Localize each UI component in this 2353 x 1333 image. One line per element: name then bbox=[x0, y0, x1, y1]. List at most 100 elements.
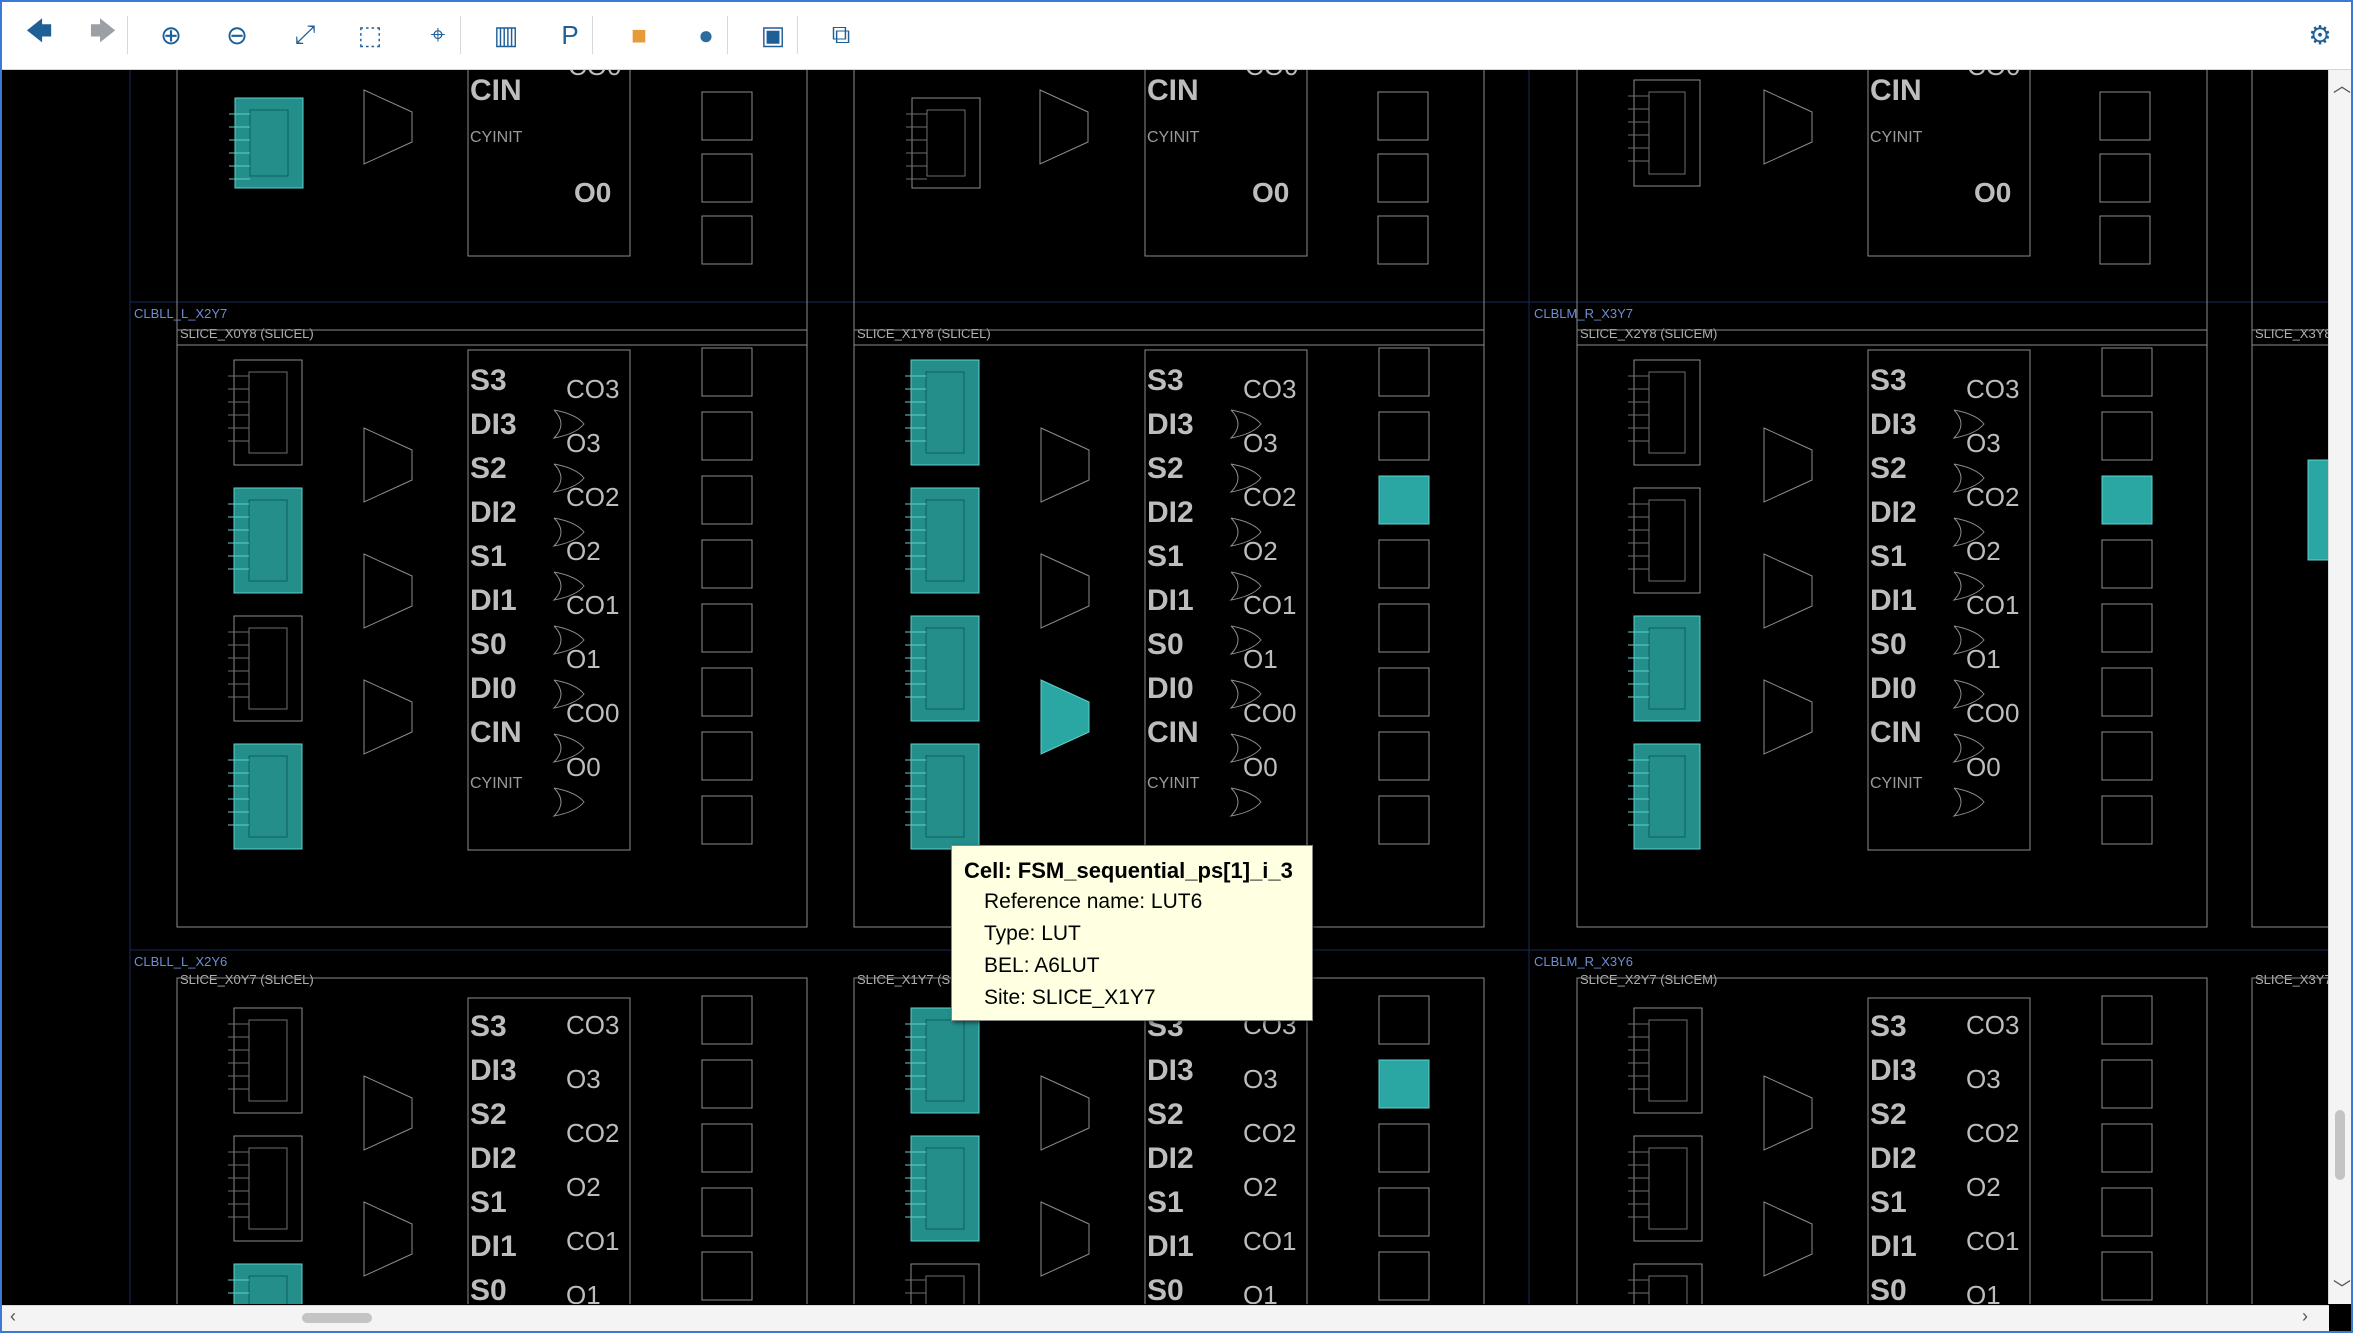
mux[interactable] bbox=[363, 1201, 413, 1277]
lut-highlighted[interactable] bbox=[234, 97, 304, 189]
slice-box[interactable] bbox=[853, 70, 1485, 346]
flip-flop[interactable] bbox=[1378, 795, 1430, 845]
horizontal-scroll-thumb[interactable] bbox=[302, 1313, 372, 1323]
flip-flop[interactable] bbox=[2099, 215, 2151, 265]
mux[interactable] bbox=[363, 1075, 413, 1151]
mux[interactable] bbox=[363, 427, 413, 503]
flip-flop[interactable] bbox=[701, 1187, 753, 1237]
fixed-cells-button[interactable]: ● bbox=[685, 14, 727, 56]
auto-fit-selection-button[interactable]: ⌖ bbox=[417, 14, 459, 56]
flip-flop[interactable] bbox=[1378, 411, 1430, 461]
zoom-selected-button[interactable]: ⬚ bbox=[349, 14, 391, 56]
flip-flop[interactable] bbox=[1377, 153, 1429, 203]
mux[interactable] bbox=[1763, 553, 1813, 629]
slice-box[interactable] bbox=[2251, 977, 2329, 1304]
horizontal-scrollbar[interactable]: ‹ › bbox=[2, 1305, 2329, 1331]
routing-resources-button[interactable]: ▥ bbox=[485, 14, 527, 56]
flip-flop[interactable] bbox=[2101, 411, 2153, 461]
flip-flop[interactable] bbox=[1378, 995, 1430, 1045]
mux[interactable] bbox=[1763, 1201, 1813, 1277]
flip-flop[interactable] bbox=[1378, 731, 1430, 781]
vertical-scrollbar[interactable]: ︿ ﹀ bbox=[2328, 70, 2351, 1304]
flip-flop[interactable] bbox=[701, 475, 753, 525]
mux[interactable] bbox=[1763, 1075, 1813, 1151]
flip-flop[interactable] bbox=[701, 411, 753, 461]
flip-flop[interactable] bbox=[2101, 1251, 2153, 1301]
forward-button[interactable]: 🡆 bbox=[82, 14, 124, 56]
scroll-up-icon[interactable]: ︿ bbox=[2333, 72, 2351, 98]
scroll-left-icon[interactable]: ‹ bbox=[10, 1306, 16, 1327]
lut-highlighted[interactable] bbox=[233, 1263, 303, 1304]
lut[interactable] bbox=[911, 97, 981, 189]
device-layout-svg[interactable]: CLBLL_L_X2Y7 CLBLM_R_X3Y7 CLBLL_L_X2Y6 CLBL… bbox=[2, 70, 2329, 1304]
mux[interactable] bbox=[1040, 1201, 1090, 1277]
flip-flop[interactable] bbox=[1378, 1251, 1430, 1301]
flip-flop[interactable] bbox=[2101, 347, 2153, 397]
scroll-right-icon[interactable]: › bbox=[2302, 1306, 2308, 1327]
flip-flop[interactable] bbox=[701, 603, 753, 653]
flip-flop[interactable] bbox=[1378, 603, 1430, 653]
flip-flop[interactable] bbox=[2101, 731, 2153, 781]
flip-flop-highlighted[interactable] bbox=[1378, 475, 1430, 525]
flip-flop[interactable] bbox=[1377, 215, 1429, 265]
flip-flop[interactable] bbox=[2099, 91, 2151, 141]
add-pblock-button[interactable]: P bbox=[549, 14, 591, 56]
flip-flop[interactable] bbox=[2101, 795, 2153, 845]
scroll-down-icon[interactable]: ﹀ bbox=[2333, 1275, 2351, 1301]
flip-flop[interactable] bbox=[1378, 667, 1430, 717]
mux[interactable] bbox=[1763, 89, 1813, 165]
mux[interactable] bbox=[1763, 427, 1813, 503]
flip-flop[interactable] bbox=[2101, 667, 2153, 717]
flip-flop[interactable] bbox=[701, 795, 753, 845]
mux[interactable] bbox=[1040, 427, 1090, 503]
back-button[interactable]: 🡄 bbox=[18, 14, 60, 56]
flip-flop[interactable] bbox=[1378, 347, 1430, 397]
mux[interactable] bbox=[1040, 553, 1090, 629]
site-view-button[interactable]: ▣ bbox=[752, 14, 794, 56]
mux[interactable] bbox=[363, 679, 413, 755]
flip-flop[interactable] bbox=[701, 1059, 753, 1109]
mux[interactable] bbox=[363, 553, 413, 629]
flip-flop[interactable] bbox=[701, 153, 753, 203]
flip-flop[interactable] bbox=[701, 667, 753, 717]
mux[interactable] bbox=[1039, 89, 1089, 165]
flip-flop[interactable] bbox=[2099, 153, 2151, 203]
slice-box[interactable] bbox=[2251, 70, 2329, 346]
lut[interactable] bbox=[1633, 1263, 1703, 1304]
flip-flop[interactable] bbox=[2101, 539, 2153, 589]
flip-flop[interactable] bbox=[1378, 539, 1430, 589]
flip-flop[interactable] bbox=[701, 731, 753, 781]
slice-box[interactable] bbox=[2251, 329, 2329, 928]
mux[interactable] bbox=[1040, 1075, 1090, 1151]
flip-flop-highlighted[interactable] bbox=[1378, 1059, 1430, 1109]
flip-flop[interactable] bbox=[701, 1123, 753, 1173]
flip-flop[interactable] bbox=[701, 539, 753, 589]
net-fanout-button[interactable]: ⧉ bbox=[820, 14, 862, 56]
vertical-scroll-thumb[interactable] bbox=[2335, 1110, 2345, 1180]
device-canvas[interactable]: CLBLL_L_X2Y7 CLBLM_R_X3Y7 CLBLL_L_X2Y6 CLBL… bbox=[2, 70, 2329, 1304]
lut[interactable] bbox=[910, 1263, 980, 1304]
flip-flop[interactable] bbox=[1378, 1187, 1430, 1237]
slice-box[interactable] bbox=[1576, 70, 2208, 346]
flip-flop[interactable] bbox=[1377, 91, 1429, 141]
flip-flop[interactable] bbox=[701, 215, 753, 265]
draw-pblock-button[interactable]: ■ bbox=[618, 14, 660, 56]
mux[interactable] bbox=[1763, 679, 1813, 755]
flip-flop[interactable] bbox=[701, 91, 753, 141]
zoom-in-button[interactable]: ⊕ bbox=[150, 14, 192, 56]
flip-flop[interactable] bbox=[2101, 995, 2153, 1045]
flip-flop[interactable] bbox=[701, 995, 753, 1045]
flip-flop-highlighted[interactable] bbox=[2101, 475, 2153, 525]
flip-flop[interactable] bbox=[2101, 603, 2153, 653]
flip-flop[interactable] bbox=[2101, 1187, 2153, 1237]
flip-flop[interactable] bbox=[2101, 1123, 2153, 1173]
settings-button[interactable]: ⚙ bbox=[2299, 14, 2341, 56]
flip-flop[interactable] bbox=[701, 347, 753, 397]
zoom-out-button[interactable]: ⊖ bbox=[216, 14, 258, 56]
flip-flop[interactable] bbox=[2101, 1059, 2153, 1109]
mux-highlighted[interactable] bbox=[1040, 679, 1090, 755]
lut-highlighted[interactable] bbox=[2307, 459, 2329, 561]
mux[interactable] bbox=[363, 89, 413, 165]
zoom-fit-button[interactable]: ⤢ bbox=[284, 14, 326, 56]
flip-flop[interactable] bbox=[701, 1251, 753, 1301]
